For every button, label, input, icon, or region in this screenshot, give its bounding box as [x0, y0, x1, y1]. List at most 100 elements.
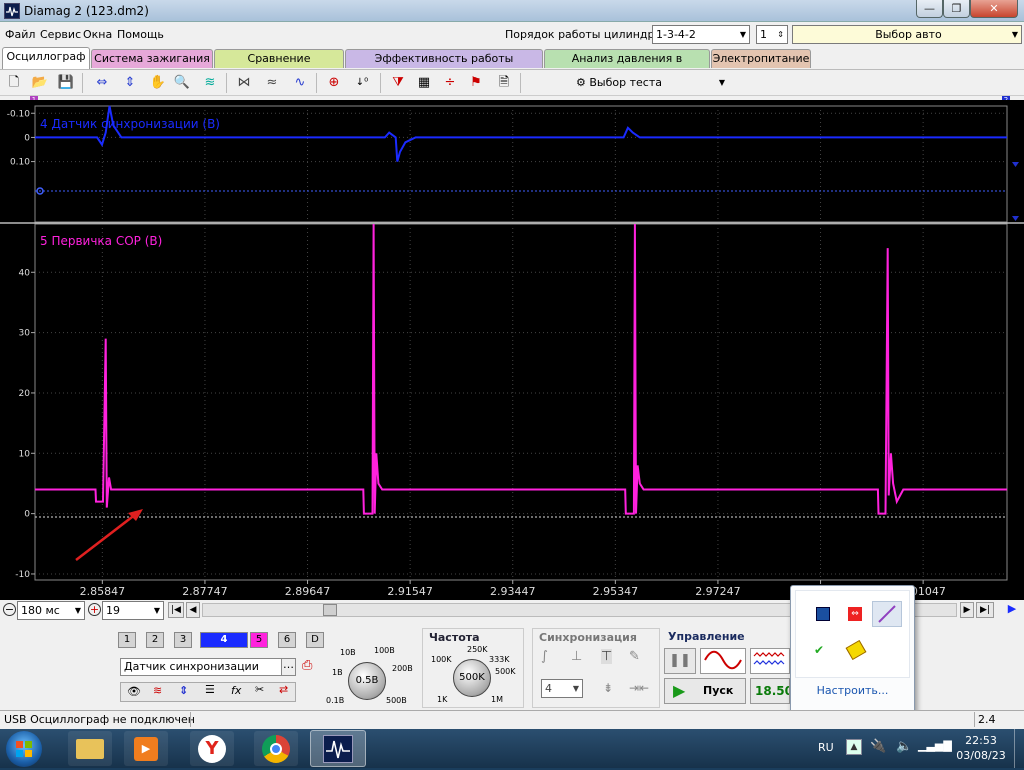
cylinder-spinner[interactable]: 1 ⇕	[756, 25, 788, 44]
tag-icon[interactable]	[845, 639, 867, 661]
customize-link[interactable]: Настроить...	[791, 684, 914, 697]
rising-edge-icon[interactable]: ∫	[541, 649, 548, 664]
go-first-button[interactable]: |◀	[168, 602, 184, 618]
multi-wave-button[interactable]	[750, 648, 790, 674]
taskbar-explorer[interactable]	[68, 731, 112, 766]
magnifier-icon[interactable]: 🔍	[172, 73, 192, 93]
minimize-button[interactable]: —	[916, 0, 943, 18]
zoom-horizontal-icon[interactable]: ⇔	[92, 73, 112, 93]
points-select[interactable]: 19 ▼	[102, 601, 164, 620]
channel-3-button[interactable]: 3	[174, 632, 192, 648]
flag-icon[interactable]: ⚑	[466, 73, 486, 93]
tab-cylinder-compare[interactable]: Сравнение цилиндров	[214, 49, 344, 83]
usb-device-icon[interactable]: ✔	[814, 643, 830, 659]
show-desktop-button[interactable]	[1014, 729, 1024, 768]
ellipsis-icon[interactable]: …	[281, 659, 295, 675]
tab-ignition[interactable]: Система зажигания	[91, 49, 213, 68]
oscilloscope-display[interactable]: -0.30-0.20-0.1000.10 403020100-10 2.8584…	[0, 100, 1024, 600]
taskbar-media-player[interactable]: ▶	[124, 731, 168, 766]
lines-icon[interactable]: ☰	[205, 683, 215, 696]
function-icon[interactable]: fx	[231, 684, 241, 697]
pen-tablet-icon[interactable]	[872, 601, 902, 627]
reset-zero-icon[interactable]: ↓⁰	[352, 73, 372, 93]
tab-cylinder-efficiency[interactable]: Эффективность работы цилиндров	[345, 49, 543, 83]
teamviewer-icon[interactable]: ⇔	[848, 607, 862, 621]
auto-scale-icon[interactable]: ⊕	[324, 73, 344, 93]
volt-knob[interactable]: 0.5В	[348, 662, 386, 700]
tools-icon[interactable]: ✂	[255, 683, 264, 696]
waveform-filter-icon[interactable]: ≈	[262, 73, 282, 93]
grid-icon[interactable]: ▦	[414, 73, 434, 93]
save-icon[interactable]: 💾	[56, 73, 76, 93]
chrome-icon	[262, 735, 290, 763]
network-app-icon[interactable]	[816, 607, 830, 621]
menu-help[interactable]: Помощь	[117, 28, 164, 41]
tab-oscilloscope[interactable]: Осциллограф	[2, 47, 90, 69]
timebase-select[interactable]: 180 мс ▼	[17, 601, 85, 620]
eye-icon[interactable]: 👁	[127, 685, 141, 698]
document-icon[interactable]: 🗎	[494, 73, 514, 93]
frequency-knob[interactable]: 500K	[453, 659, 491, 697]
channel-1-button[interactable]: 1	[118, 632, 136, 648]
menu-file[interactable]: Файл	[5, 28, 35, 41]
start-button[interactable]	[6, 731, 42, 767]
channel-5-button[interactable]: 5	[250, 632, 268, 648]
open-folder-icon[interactable]: 📂	[30, 73, 50, 93]
go-last-button[interactable]: ▶|	[976, 602, 994, 618]
channel-name-field[interactable]: Датчик синхронизации …	[120, 658, 296, 676]
channel-d-button[interactable]: D	[306, 632, 324, 648]
hand-pan-icon[interactable]: ✋	[148, 73, 168, 93]
toolbar-separator	[316, 73, 317, 93]
new-file-icon[interactable]: 🗋	[4, 73, 24, 93]
stack-traces-icon[interactable]: ≋	[200, 73, 220, 93]
frequency-group: Частота 250K 100K 333K 500K 1K 1M 500K	[422, 628, 524, 708]
waveform-icon[interactable]: ∿	[290, 73, 310, 93]
scroll-thumb[interactable]	[323, 604, 337, 616]
tab-power-supply[interactable]: Электропитание	[711, 49, 811, 68]
power-tray-icon[interactable]: 🔌	[870, 739, 886, 754]
taskbar-diamag[interactable]	[310, 730, 366, 767]
tab-cylinder-pressure[interactable]: Анализ давления в цилиндре	[544, 49, 710, 83]
close-button[interactable]: ✕	[970, 0, 1018, 18]
taskbar-yandex[interactable]: Y	[190, 731, 234, 766]
sync-level-icon[interactable]: ⇟	[603, 681, 613, 695]
zoom-out-icon[interactable]: −	[3, 603, 16, 616]
start-button[interactable]: ▶ Пуск	[664, 678, 746, 704]
falling-edge-icon[interactable]: ⊤	[601, 649, 613, 664]
zoom-vertical-icon[interactable]: ⇕	[120, 73, 140, 93]
menu-windows[interactable]: Окна	[83, 28, 112, 41]
pause-button[interactable]: ❚❚	[664, 648, 696, 674]
step-up-icon[interactable]: ⊥	[571, 649, 582, 664]
test-select[interactable]: ⚙ Выбор теста ▼	[576, 73, 731, 93]
menu-service[interactable]: Сервис	[40, 28, 81, 41]
channel-4-button[interactable]: 4	[200, 632, 248, 648]
sine-mode-button[interactable]	[700, 648, 746, 674]
invert-icon[interactable]: ⇄	[279, 683, 288, 696]
play-scroll-icon[interactable]: ▶	[1005, 602, 1019, 618]
zoom-in-icon[interactable]: +	[88, 603, 101, 616]
maximize-button[interactable]: ❐	[943, 0, 970, 18]
printer-icon[interactable]: ⎙	[302, 658, 322, 678]
clock-time[interactable]: 22:53	[958, 734, 1004, 747]
filter-icon[interactable]: ⧩	[388, 73, 408, 93]
channel-6-button[interactable]: 6	[278, 632, 296, 648]
step-back-button[interactable]: ◀	[186, 602, 200, 618]
trace-cursor-icon[interactable]: ⋈	[234, 73, 254, 93]
taskbar-chrome[interactable]	[254, 731, 298, 766]
volume-icon[interactable]: 🔈	[896, 739, 912, 754]
window-title: Diamag 2 (123.dm2)	[24, 4, 149, 18]
noise-icon[interactable]: ≋	[153, 684, 162, 697]
horizontal-marker-icon[interactable]: ÷	[440, 73, 460, 93]
language-indicator[interactable]: RU	[818, 741, 834, 754]
channel-2-button[interactable]: 2	[146, 632, 164, 648]
signal-strength-icon[interactable]: ▁▃▅▇	[918, 739, 952, 752]
show-hidden-icons-icon[interactable]: ▲	[846, 739, 862, 755]
sync-center-icon[interactable]: ⇥⇤	[629, 681, 649, 695]
firing-order-select[interactable]: 1-3-4-2 ▼	[652, 25, 750, 44]
step-forward-button[interactable]: ▶	[960, 602, 974, 618]
sync-channel-select[interactable]: 4 ▼	[541, 679, 583, 698]
vertical-move-icon[interactable]: ⇕	[179, 684, 188, 697]
pen-icon[interactable]: ✎	[629, 649, 640, 664]
car-select[interactable]: Выбор авто ▼	[792, 25, 1022, 44]
clock-date[interactable]: 03/08/23	[950, 749, 1012, 762]
